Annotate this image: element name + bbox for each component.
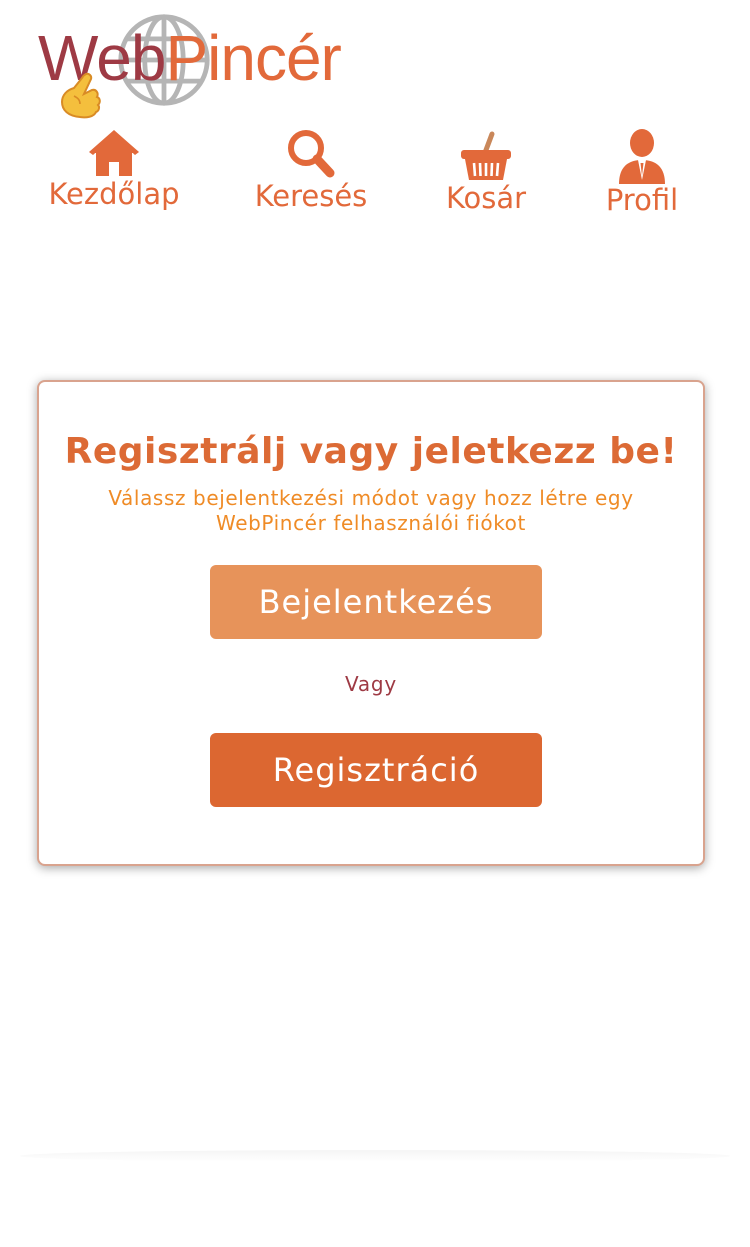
home-icon xyxy=(89,130,139,176)
nav-label-home: Kezdőlap xyxy=(48,177,180,211)
user-icon xyxy=(619,129,665,184)
search-icon xyxy=(288,130,335,178)
auth-card: Regisztrálj vagy jeletkezz be! Válassz b… xyxy=(37,380,705,866)
login-button[interactable]: Bejelentkezés xyxy=(210,565,542,639)
register-button[interactable]: Regisztráció xyxy=(210,733,542,807)
footer-divider xyxy=(20,1150,730,1162)
logo-pincer-text: Pincér xyxy=(165,22,341,94)
basket-icon xyxy=(461,131,511,180)
pointing-hand-icon xyxy=(60,72,101,119)
nav-item-home[interactable]: Kezdőlap xyxy=(44,128,184,209)
nav-item-profile[interactable]: Profil xyxy=(598,128,686,215)
nav-label-profile: Profil xyxy=(605,183,679,217)
auth-title: Regisztrálj vagy jeletkezz be! xyxy=(64,431,678,472)
or-separator: Vagy xyxy=(344,672,398,696)
nav-label-basket: Kosár xyxy=(445,181,527,215)
nav-item-basket[interactable]: Kosár xyxy=(440,128,532,213)
nav-label-search: Keresés xyxy=(254,179,368,213)
nav-item-search[interactable]: Keresés xyxy=(250,128,372,211)
webpincer-logo[interactable]: WebPincér xyxy=(36,8,346,120)
auth-subtitle: Válassz bejelentkezési módot vagy hozz l… xyxy=(108,486,634,535)
main-navigation: Kezdőlap Keresés Kosár Profil xyxy=(0,128,750,228)
